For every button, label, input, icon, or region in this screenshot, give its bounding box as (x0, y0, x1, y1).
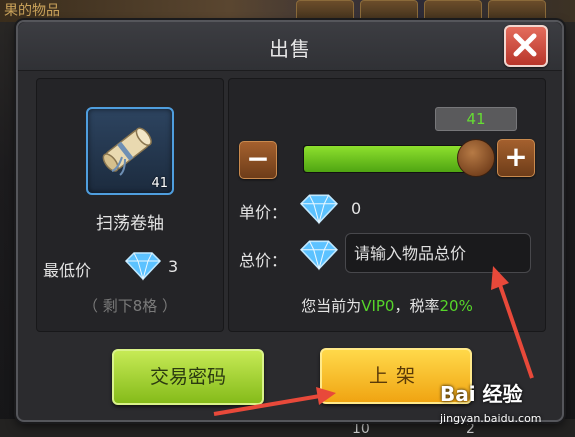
tax-label: ，税率 (394, 297, 440, 315)
scroll-icon (102, 127, 152, 176)
decrease-quantity-button[interactable]: − (239, 141, 277, 179)
item-info-panel: 41 扫荡卷轴 最低价 3 （ 剩下8格 ） (36, 78, 224, 332)
tax-rate: 20% (439, 297, 473, 315)
background-count: 10 (352, 421, 370, 437)
watermark-logo: Bai 经验 (440, 382, 523, 406)
trade-password-button[interactable]: 交易密码 (112, 349, 264, 405)
unit-price-value: 0 (351, 199, 362, 218)
watermark-url: jingyan.baidu.com (440, 412, 542, 425)
min-price-label: 最低价 (43, 261, 92, 280)
dialog-header: 出售 (18, 22, 562, 71)
diamond-icon (300, 194, 338, 225)
close-button[interactable] (504, 25, 548, 67)
quantity-slider-fill (304, 146, 470, 172)
price-panel: 41 − + 单价： 0 总价： 您当前为VIP0，税率20% (228, 78, 546, 332)
vip-level: VIP0 (361, 297, 395, 315)
close-x-icon (513, 33, 537, 57)
increase-quantity-button[interactable]: + (497, 139, 535, 177)
remaining-slots: （ 剩下8格 ） (82, 297, 178, 315)
plus-icon: + (504, 140, 528, 173)
vip-prefix: 您当前为 (301, 297, 362, 315)
quantity-slider-handle[interactable] (457, 139, 495, 177)
item-name: 扫荡卷轴 (96, 214, 164, 234)
quantity-value: 41 (435, 107, 517, 131)
unit-price-label: 单价： (239, 203, 288, 222)
sell-dialog: 出售 41 扫荡卷轴 最低价 3 （ 剩下8格 ） 41 − + 单价： 0 总… (16, 20, 564, 422)
item-count: 41 (151, 176, 168, 191)
vip-tax-info: 您当前为VIP0，税率20% (229, 295, 545, 316)
dialog-title: 出售 (269, 37, 311, 61)
diamond-icon (300, 240, 338, 271)
min-price-value: 3 (168, 257, 179, 276)
total-price-label: 总价： (239, 251, 288, 270)
item-slot[interactable]: 41 (86, 107, 174, 195)
background-label: 果的物品 (4, 3, 60, 19)
diamond-icon (124, 252, 162, 281)
total-price-input[interactable] (345, 233, 531, 273)
baidu-watermark: Bai 经验 jingyan.baidu.com (440, 374, 572, 434)
minus-icon: − (246, 142, 270, 175)
